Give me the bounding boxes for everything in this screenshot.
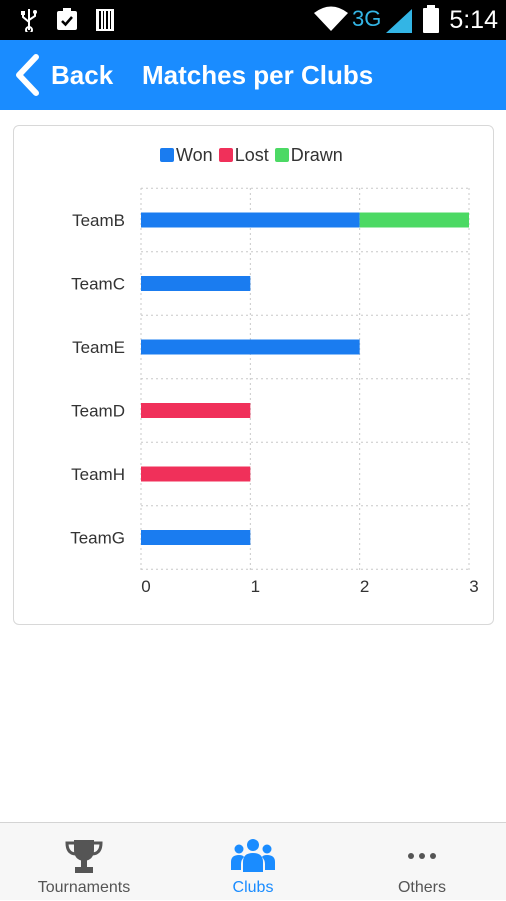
nav-clubs-label: Clubs (232, 879, 274, 896)
trophy-icon (65, 840, 103, 873)
group-icon (231, 839, 275, 872)
legend-item-drawn[interactable]: Drawn (274, 144, 343, 166)
legend-swatch-won (160, 148, 174, 162)
nav-others[interactable]: Others (338, 823, 506, 901)
usb-icon (21, 9, 37, 32)
back-label: Back (51, 59, 114, 90)
nav-clubs[interactable]: Clubs (169, 823, 337, 901)
signal-icon (386, 9, 412, 33)
legend-item-lost[interactable]: Lost (218, 144, 269, 166)
network-type: 3G (352, 6, 382, 31)
legend-swatch-drawn (274, 148, 289, 162)
legend-label-drawn: Drawn (290, 144, 343, 165)
chevron-left-icon (16, 54, 39, 96)
nav-tournaments[interactable]: Tournaments (0, 823, 168, 901)
barcode-icon (96, 9, 114, 31)
battery-icon (423, 5, 439, 33)
chart-card (13, 125, 494, 625)
back-button[interactable]: Back (12, 53, 113, 97)
app-bar: Back Matches per Clubs (0, 40, 506, 110)
chart-legend: Won Lost Drawn (160, 145, 349, 165)
legend-item-won[interactable]: Won (160, 145, 213, 166)
clock: 5:14 (449, 6, 498, 34)
page-title: Matches per Clubs (142, 60, 374, 90)
nav-tournaments-label: Tournaments (37, 879, 131, 896)
legend-label-won: Won (176, 144, 213, 165)
nav-others-label: Others (397, 879, 446, 896)
wifi-icon (314, 6, 348, 31)
clipboard-check-icon (57, 8, 77, 30)
bottom-nav: Tournaments Clubs Others (0, 822, 506, 900)
more-icon (408, 853, 436, 859)
status-bar: 3G 5:14 (0, 0, 506, 40)
legend-label-lost: Lost (234, 144, 269, 165)
legend-swatch-lost (218, 148, 233, 162)
